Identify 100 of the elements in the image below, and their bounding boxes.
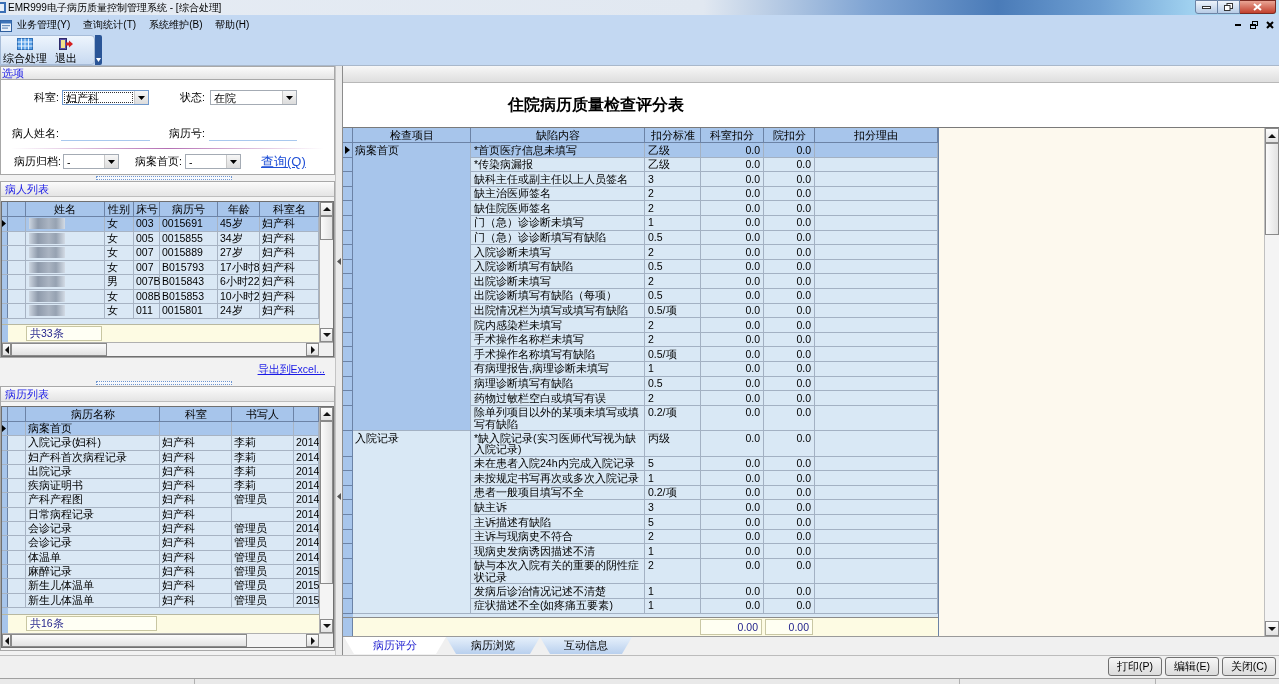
print-button[interactable]: 打印(P)	[1108, 657, 1162, 676]
dropdown-field[interactable]: -	[185, 154, 241, 169]
table-cell: 妇产科	[160, 550, 232, 564]
query-link[interactable]: 查询(Q)	[261, 154, 306, 169]
menu-item[interactable]: 帮助(H)	[211, 16, 254, 34]
table-cell: 女	[105, 304, 134, 318]
close-button[interactable]: 关闭(C)	[1222, 657, 1276, 676]
scrollbar-thumb[interactable]	[320, 421, 333, 584]
scroll-down-button[interactable]	[320, 619, 333, 633]
total-value: 0.00	[765, 619, 813, 635]
restore-button[interactable]	[1247, 18, 1261, 32]
dropdown-button[interactable]	[226, 155, 240, 168]
table-row[interactable]: 病案首页	[2, 422, 319, 437]
row-indicator	[343, 618, 353, 636]
splitter-handle[interactable]	[96, 381, 232, 385]
menu-item[interactable]: 系统维护(B)	[145, 16, 207, 34]
minimize-button[interactable]	[1195, 0, 1218, 14]
scroll-right-button[interactable]	[306, 634, 319, 647]
column-header: 书写人	[232, 407, 294, 421]
scrollbar-thumb[interactable]	[320, 216, 333, 240]
dropdown-button[interactable]	[104, 155, 118, 168]
tab[interactable]: 互动信息	[540, 637, 632, 654]
dropdown-field[interactable]: 妇产科	[62, 90, 149, 105]
menu-item[interactable]: 查询统计(T)	[79, 16, 141, 34]
table-cell: 003	[134, 217, 160, 231]
table-cell: 0.0	[701, 172, 764, 187]
menu-item[interactable]: 业务管理(Y)	[13, 16, 75, 34]
table-cell: 007	[134, 246, 160, 260]
scroll-up-button[interactable]	[320, 407, 333, 421]
dropdown-button[interactable]	[134, 91, 148, 104]
scroll-right-button[interactable]	[306, 343, 319, 356]
toolbar-overflow-button[interactable]	[95, 35, 102, 65]
tab[interactable]: 病历评分	[344, 637, 446, 654]
tab[interactable]: 病历浏览	[446, 637, 540, 654]
scrollbar-thumb[interactable]	[1265, 143, 1279, 235]
minimize-icon	[1235, 24, 1241, 26]
section-title: 选项	[0, 66, 335, 80]
scroll-down-button[interactable]	[320, 328, 333, 342]
table-cell: 现病史发病诱因描述不清	[471, 544, 645, 559]
table-row[interactable]: 女 007 0015889 27岁 妇产科	[2, 246, 319, 261]
scroll-up-button[interactable]	[320, 202, 333, 216]
table-row[interactable]: 产科产程图 妇产科 管理员 2014	[2, 493, 319, 508]
scrollbar-thumb[interactable]	[11, 634, 247, 647]
caret-down-icon	[108, 159, 115, 164]
caret-down-icon	[286, 95, 293, 100]
horizontal-scrollbar[interactable]	[2, 343, 319, 356]
horizontal-scrollbar[interactable]	[2, 634, 319, 647]
table-cell: 0.0	[764, 347, 815, 362]
table-row[interactable]: 会诊记录 妇产科 管理员 2014	[2, 522, 319, 537]
minimize-icon	[1202, 5, 1211, 9]
table-cell: 27岁	[218, 246, 260, 260]
toolbar-button[interactable]: 综合处理	[3, 36, 47, 64]
table-cell: 0.0	[764, 584, 815, 599]
table-cell: 会诊记录	[26, 536, 160, 550]
column-header: 病历号	[160, 202, 218, 216]
table-row[interactable]: 会诊记录 妇产科 管理员 2014	[2, 536, 319, 551]
scroll-up-button[interactable]	[1265, 128, 1279, 143]
table-row[interactable]: 女 011 0015801 24岁 妇产科	[2, 304, 319, 319]
caret-down-icon	[138, 95, 145, 100]
table-cell: 0.0	[764, 143, 815, 158]
dropdown-field[interactable]: 在院	[210, 90, 297, 105]
column-header: 院扣分	[764, 128, 815, 143]
table-cell: 新生儿体温单	[26, 579, 160, 593]
table-cell: 出院诊断未填写	[471, 274, 645, 289]
scroll-left-button[interactable]	[2, 634, 11, 647]
table-row[interactable]: 入院记录(妇科) 妇产科 李莉 2014	[2, 436, 319, 451]
table-cell: 1	[645, 584, 701, 599]
vertical-scrollbar[interactable]	[319, 202, 333, 342]
edit-button[interactable]: 编辑(E)	[1165, 657, 1219, 676]
export-link[interactable]: 导出到Excel...	[257, 362, 325, 376]
table-cell: *首页医疗信息未填写	[471, 143, 645, 158]
table-cell: 0.2/项	[645, 405, 701, 432]
table-cell: 2	[645, 201, 701, 216]
vertical-scrollbar[interactable]	[1264, 128, 1279, 636]
scrollbar-thumb[interactable]	[11, 343, 107, 356]
close-button[interactable]	[1240, 0, 1276, 14]
table-row[interactable]: 新生儿体温单 妇产科 管理员 2015	[2, 579, 319, 594]
column-header: 年龄	[218, 202, 260, 216]
table-row[interactable]: 女 003 0015691 45岁 妇产科	[2, 217, 319, 232]
table-row[interactable]: 男 007B B015843 6小时22 妇产科	[2, 275, 319, 290]
table-cell: 0015801	[160, 304, 218, 318]
table-cell: 17小时8	[218, 260, 260, 274]
close-icon	[1253, 3, 1262, 11]
table-cell: 女	[105, 217, 134, 231]
scroll-down-button[interactable]	[1265, 621, 1279, 636]
dropdown-button[interactable]	[282, 91, 296, 104]
field-label: 病历归档:	[13, 155, 61, 168]
table-cell: 0.0	[764, 274, 815, 289]
app-icon	[0, 18, 12, 32]
vertical-scrollbar[interactable]	[319, 407, 333, 633]
table-cell: 005	[134, 231, 160, 245]
restore-button[interactable]	[1218, 0, 1240, 14]
table-cell: 0.0	[764, 201, 815, 216]
table-row[interactable]: 疾病证明书 妇产科 李莉 2014	[2, 479, 319, 494]
dropdown-field[interactable]: -	[63, 154, 119, 169]
scroll-left-button[interactable]	[2, 343, 11, 356]
row-indicator[interactable]	[343, 143, 353, 158]
splitter-handle[interactable]	[96, 176, 232, 180]
toolbar-button[interactable]: 退出	[55, 36, 77, 64]
section-title: 病历列表	[1, 387, 334, 402]
